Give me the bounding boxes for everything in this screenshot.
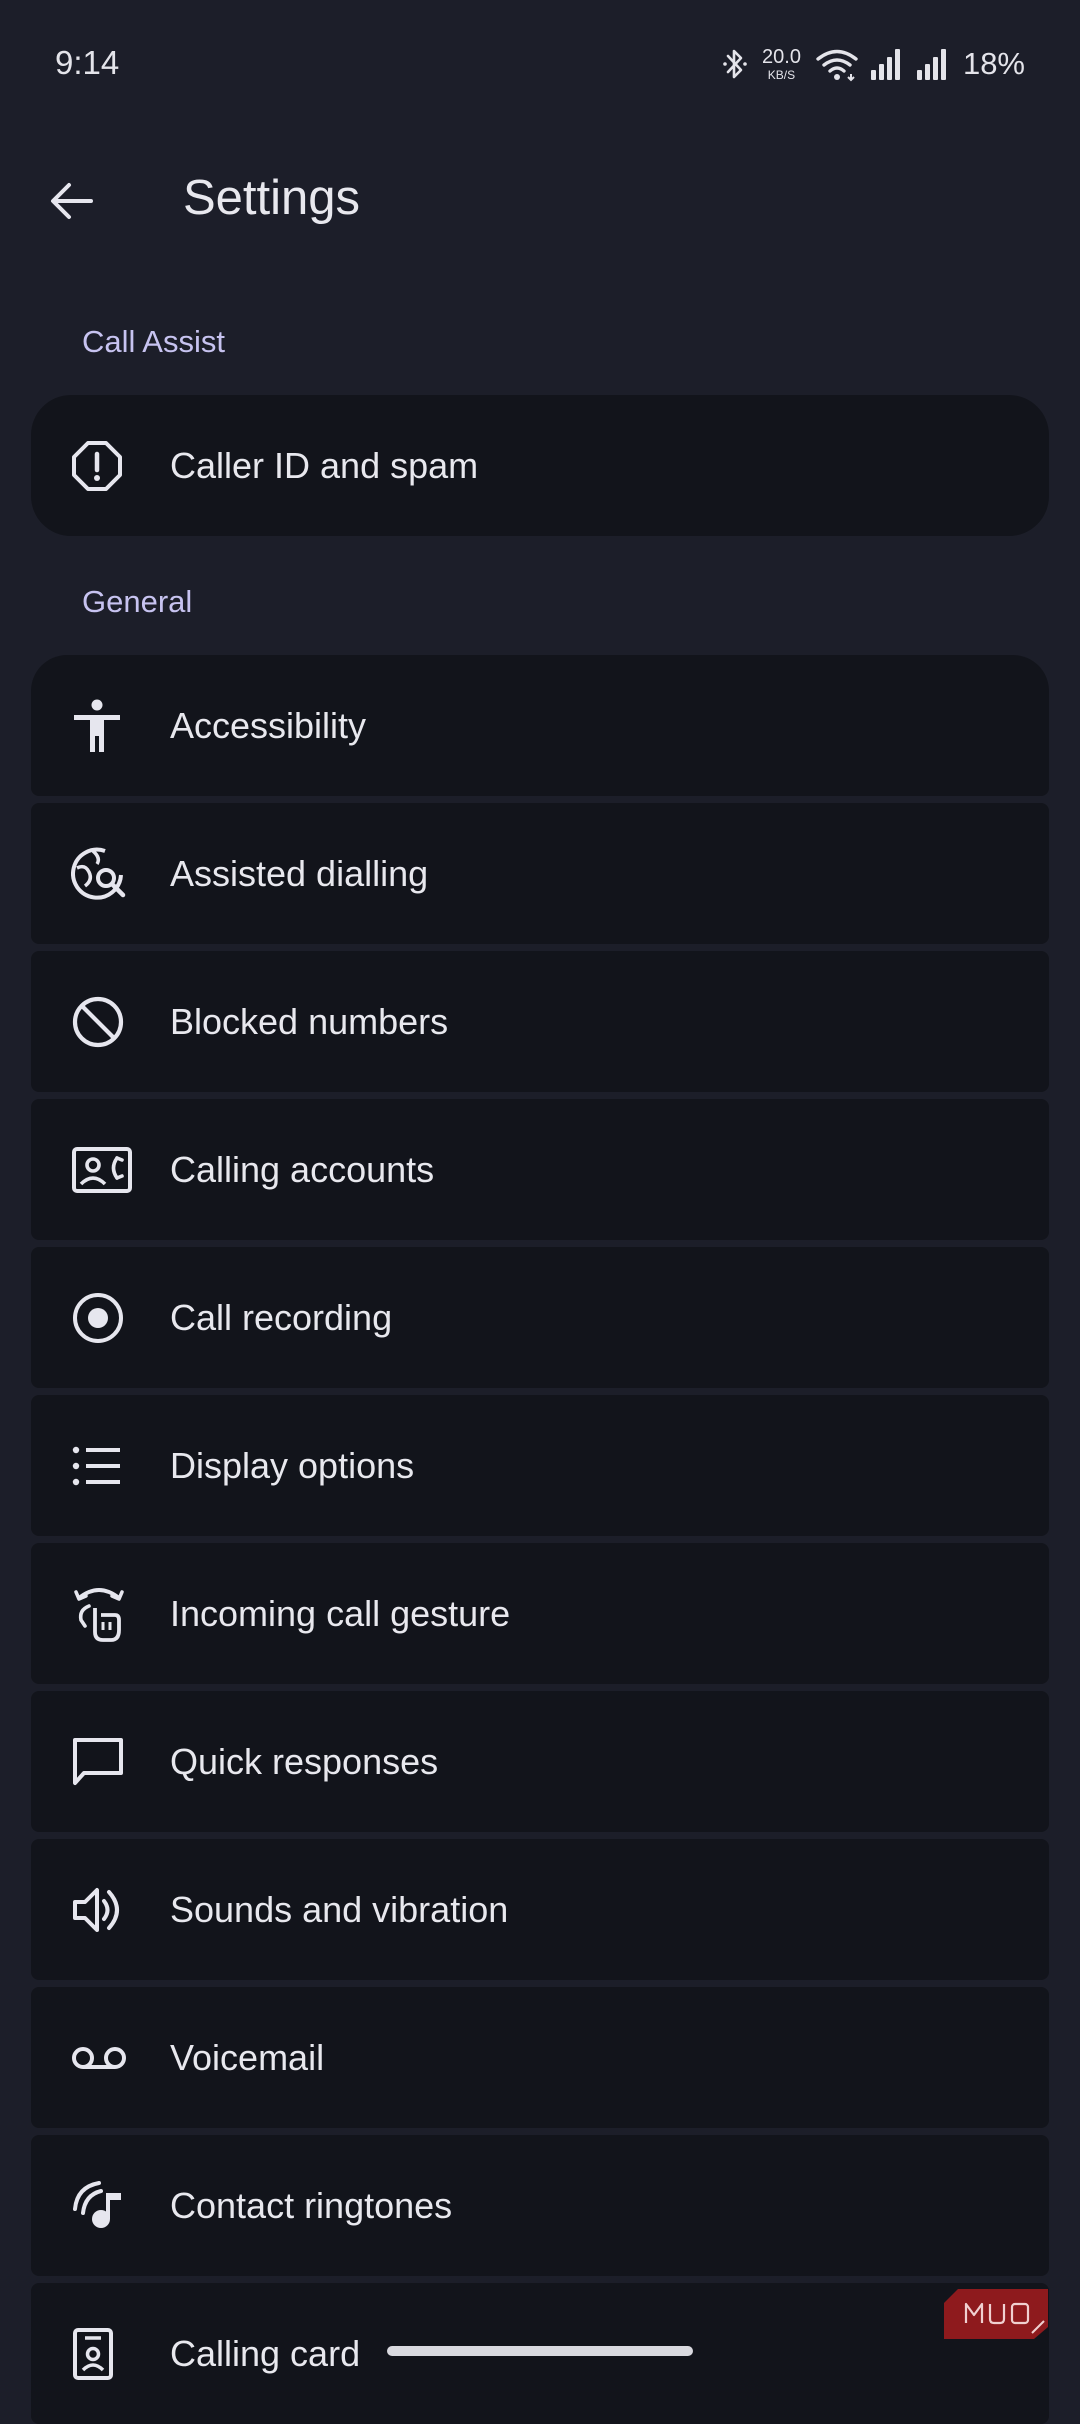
settings-item-label: Calling accounts bbox=[170, 1148, 435, 1190]
settings-item-contact-ringtones[interactable]: Contact ringtones bbox=[31, 2135, 1049, 2276]
page-title: Settings bbox=[183, 171, 361, 225]
settings-item-label: Voicemail bbox=[170, 2036, 325, 2078]
settings-item-label: Blocked numbers bbox=[170, 1000, 449, 1042]
network-speed: 20.0 KB/S bbox=[762, 47, 801, 81]
wifi-icon bbox=[816, 49, 858, 82]
settings-item-label: Calling card bbox=[170, 2332, 361, 2374]
settings-item-label: Caller ID and spam bbox=[170, 444, 479, 486]
app-bar: Settings bbox=[0, 150, 1080, 250]
settings-item-caller-id-and-spam[interactable]: Caller ID and spam bbox=[31, 395, 1049, 536]
settings-item-label: Display options bbox=[170, 1444, 415, 1486]
settings-item-quick-responses[interactable]: Quick responses bbox=[31, 1691, 1049, 1832]
bluetooth-icon bbox=[723, 49, 747, 79]
status-time: 9:14 bbox=[55, 44, 120, 81]
settings-item-incoming-call-gesture[interactable]: Incoming call gesture bbox=[31, 1543, 1049, 1684]
signal-icon bbox=[916, 49, 946, 80]
settings-item-calling-accounts[interactable]: Calling accounts bbox=[31, 1099, 1049, 1240]
settings-item-label: Assisted dialling bbox=[170, 852, 429, 894]
settings-item-label: Sounds and vibration bbox=[170, 1888, 509, 1930]
settings-item-display-options[interactable]: Display options bbox=[31, 1395, 1049, 1536]
status-bar: 9:14 20.0 KB/S 18% bbox=[0, 0, 1080, 130]
settings-item-assisted-dialling[interactable]: Assisted dialling bbox=[31, 803, 1049, 944]
status-icons: 20.0 KB/S 18% bbox=[722, 42, 1025, 86]
settings-item-label: Contact ringtones bbox=[170, 2184, 453, 2226]
network-speed-unit: KB/S bbox=[767, 68, 796, 82]
gesture-navigation-bar[interactable] bbox=[387, 2346, 693, 2356]
muo-watermark-logo bbox=[944, 2289, 1048, 2339]
back-button[interactable] bbox=[40, 175, 104, 227]
settings-item-blocked-numbers[interactable]: Blocked numbers bbox=[31, 951, 1049, 1092]
settings-item-label: Quick responses bbox=[170, 1740, 439, 1782]
settings-item-voicemail[interactable]: Voicemail bbox=[31, 1987, 1049, 2128]
settings-item-label: Incoming call gesture bbox=[170, 1592, 511, 1634]
settings-item-label: Call recording bbox=[170, 1296, 393, 1338]
section-header-call-assist: Call Assist bbox=[82, 324, 225, 359]
settings-item-accessibility[interactable]: Accessibility bbox=[31, 655, 1049, 796]
network-speed-value: 20.0 bbox=[762, 46, 801, 68]
battery-percentage: 18% bbox=[962, 46, 1025, 81]
settings-item-call-recording[interactable]: Call recording bbox=[31, 1247, 1049, 1388]
signal-icon bbox=[870, 49, 900, 80]
section-header-general: General bbox=[82, 584, 193, 619]
settings-item-label: Accessibility bbox=[170, 704, 367, 746]
arrow-left-icon bbox=[51, 183, 93, 219]
settings-item-sounds-and-vibration[interactable]: Sounds and vibration bbox=[31, 1839, 1049, 1980]
